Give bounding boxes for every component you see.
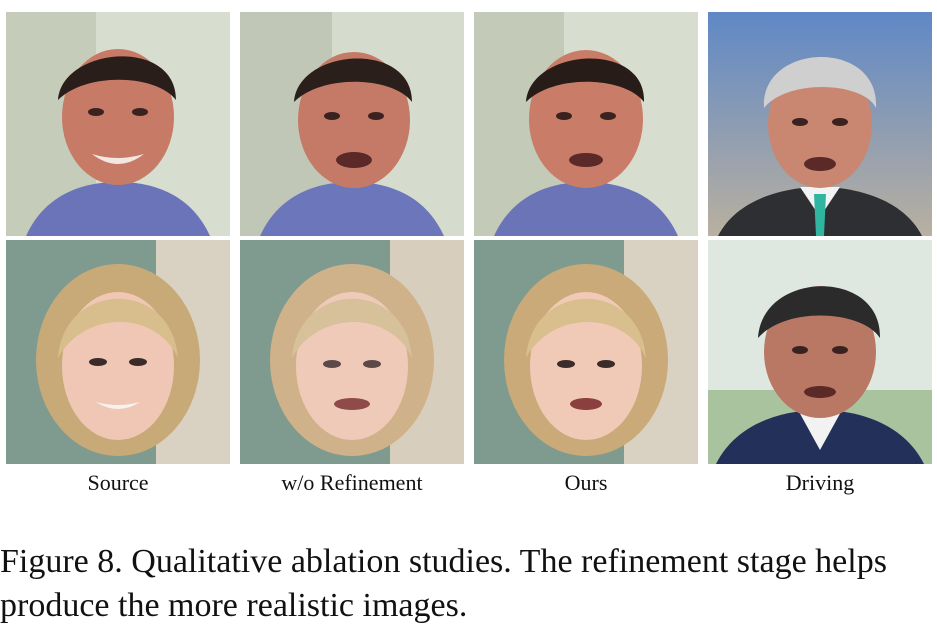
source-image-row2 — [6, 240, 230, 464]
ours-image-row1 — [474, 12, 698, 236]
column-label-driving: Driving — [785, 470, 855, 495]
figure-caption: Figure 8. Qualitative ablation studies. … — [0, 540, 937, 628]
driving-image-row2 — [708, 240, 932, 464]
male-face-illustration — [6, 12, 230, 236]
female-face-illustration — [474, 240, 698, 464]
column-label-ours: Ours — [564, 470, 608, 495]
column-label-source: Source — [87, 470, 149, 495]
image-grid — [6, 12, 932, 464]
female-face-illustration — [6, 240, 230, 464]
male-news-anchor-illustration — [708, 240, 932, 464]
ours-image-row2 — [474, 240, 698, 464]
male-face-illustration — [240, 12, 464, 236]
figure-page: Source w/o Refinement Ours Driving Figur… — [0, 0, 937, 631]
wo-refinement-image-row1 — [240, 12, 464, 236]
column-label-wo-refinement: w/o Refinement — [281, 470, 423, 495]
driving-image-row1 — [708, 12, 932, 236]
male-news-anchor-illustration — [708, 12, 932, 236]
wo-refinement-image-row2 — [240, 240, 464, 464]
female-face-illustration — [240, 240, 464, 464]
source-image-row1 — [6, 12, 230, 236]
caption-line-2: produce the more realistic images. — [0, 587, 468, 624]
caption-line-1: Figure 8. Qualitative ablation studies. … — [0, 543, 887, 580]
male-face-illustration — [474, 12, 698, 236]
